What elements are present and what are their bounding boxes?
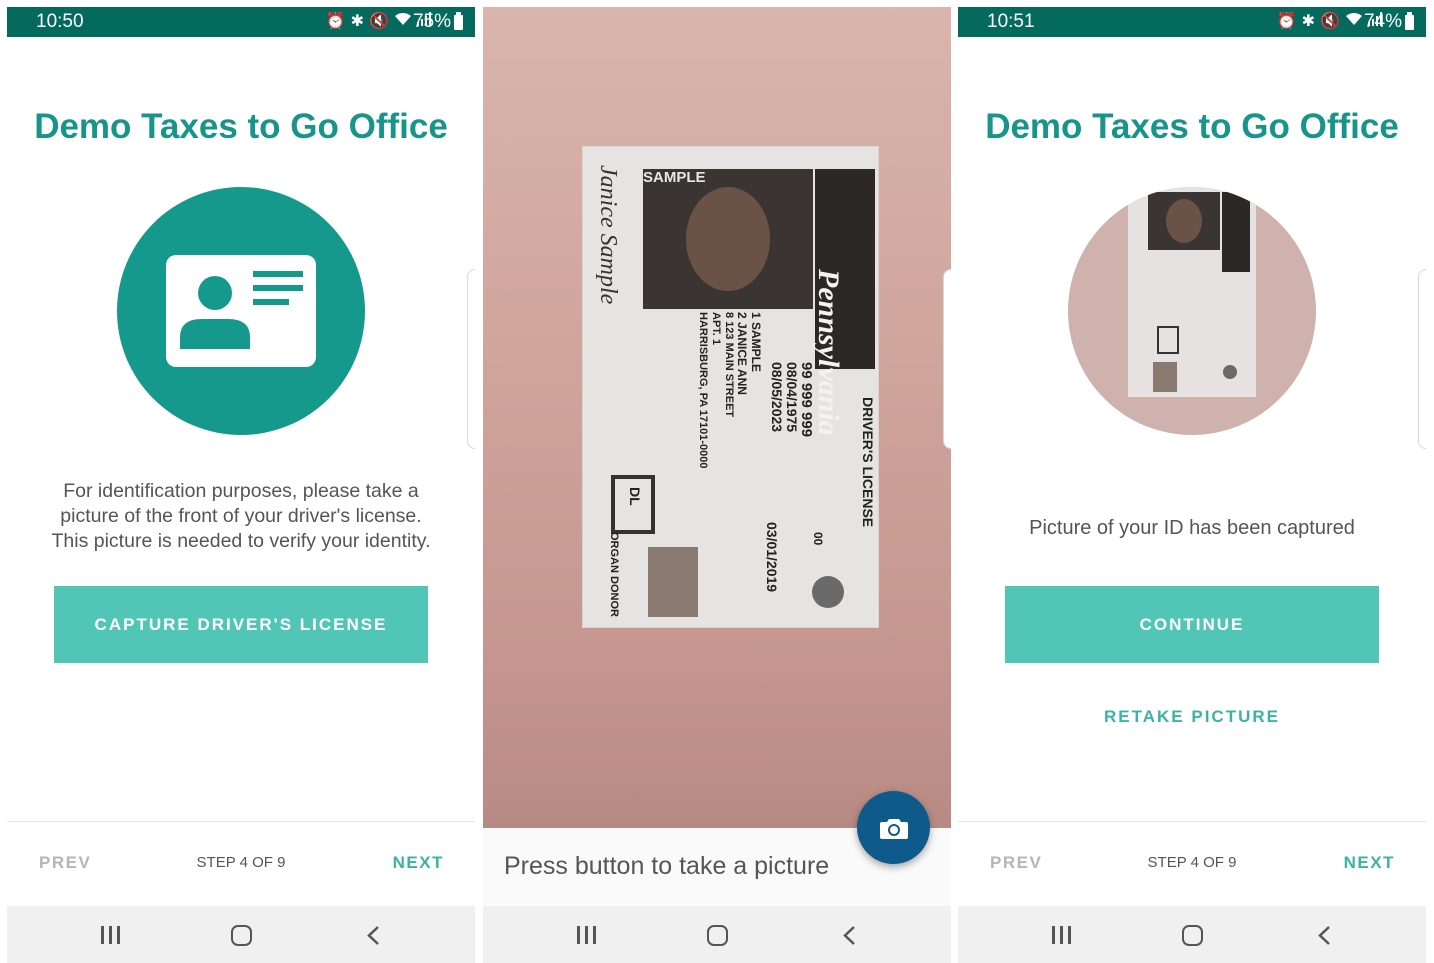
capture-license-screen: 10:50 ⏰ ✱ 🔇 75% Demo Taxes to Go Office bbox=[7, 7, 475, 963]
status-bar: 10:51 ⏰ ✱ 🔇 74% bbox=[958, 7, 1426, 37]
license-state: Pennsylvania bbox=[812, 269, 845, 436]
license-dob: 08/04/1975 bbox=[784, 362, 800, 433]
camera-viewfinder: SAMPLE Pennsylvania DRIVER'S LICENSE 99 … bbox=[483, 7, 951, 828]
status-bar: 10:50 ⏰ ✱ 🔇 75% bbox=[7, 7, 475, 37]
camera-screen: SAMPLE Pennsylvania DRIVER'S LICENSE 99 … bbox=[483, 7, 951, 963]
battery-percent: 75% bbox=[412, 11, 451, 32]
license-card-type: DRIVER'S LICENSE bbox=[860, 397, 876, 528]
license-photo: SAMPLE Pennsylvania DRIVER'S LICENSE 99 … bbox=[583, 147, 878, 627]
battery-indicator: 74% bbox=[1364, 11, 1414, 33]
nav-back-icon[interactable] bbox=[366, 925, 380, 946]
nav-back-icon[interactable] bbox=[842, 925, 856, 946]
license-organ-donor: ORGAN DONOR bbox=[608, 532, 620, 617]
next-button[interactable]: NEXT bbox=[1344, 853, 1395, 873]
license-dups: 00 bbox=[811, 532, 825, 546]
instructions-text: For identification purposes, please take… bbox=[51, 480, 431, 552]
capture-license-button[interactable]: CAPTURE DRIVER'S LICENSE bbox=[54, 586, 428, 663]
license-dl-badge: DL bbox=[627, 487, 643, 506]
edge-panel-handle[interactable] bbox=[467, 269, 475, 449]
next-button[interactable]: NEXT bbox=[393, 853, 444, 873]
nav-home-icon[interactable] bbox=[231, 925, 252, 946]
nav-recents-icon[interactable] bbox=[1052, 926, 1072, 944]
battery-percent: 74% bbox=[1363, 11, 1402, 32]
license-city: HARRISBURG, PA 17101-0000 bbox=[697, 312, 709, 469]
status-time: 10:50 bbox=[36, 11, 84, 32]
status-time: 10:51 bbox=[987, 11, 1035, 32]
nav-recents-icon[interactable] bbox=[101, 926, 121, 944]
license-captured-screen: 10:51 ⏰ ✱ 🔇 74% Demo Taxes to Go Office bbox=[958, 7, 1426, 963]
wifi-icon bbox=[1345, 12, 1363, 31]
nav-back-icon[interactable] bbox=[1317, 925, 1331, 946]
license-dl-number: 99 999 999 bbox=[798, 362, 815, 438]
camera-hint: Press button to take a picture bbox=[504, 852, 830, 880]
alarm-icon: ⏰ bbox=[325, 13, 346, 30]
nav-home-icon[interactable] bbox=[1182, 925, 1203, 946]
battery-icon bbox=[1405, 11, 1414, 30]
license-address: 8 123 MAIN STREET bbox=[723, 312, 735, 418]
system-nav-bar bbox=[958, 906, 1426, 963]
license-sample-mark: SAMPLE bbox=[643, 169, 706, 186]
bluetooth-icon: ✱ bbox=[1301, 13, 1316, 30]
take-picture-button[interactable] bbox=[857, 791, 930, 864]
mute-icon: 🔇 bbox=[369, 13, 389, 30]
id-card-icon bbox=[117, 187, 365, 435]
camera-icon bbox=[879, 818, 908, 839]
captured-message: Picture of your ID has been captured bbox=[1029, 517, 1355, 539]
retake-picture-button[interactable]: RETAKE PICTURE bbox=[958, 707, 1426, 727]
continue-button[interactable]: CONTINUE bbox=[1005, 586, 1379, 663]
license-signature: Janice Sample bbox=[595, 165, 621, 305]
edge-panel-handle[interactable] bbox=[1418, 269, 1426, 449]
system-nav-bar bbox=[483, 906, 951, 963]
bluetooth-icon: ✱ bbox=[350, 13, 365, 30]
license-apt: APT. 1 bbox=[710, 312, 722, 346]
license-name-line1: 1 SAMPLE bbox=[749, 312, 763, 373]
license-expiry: 08/05/2023 bbox=[769, 362, 785, 433]
mute-icon: 🔇 bbox=[1320, 13, 1340, 30]
system-nav-bar bbox=[7, 906, 475, 963]
edge-panel-handle[interactable] bbox=[943, 269, 951, 449]
footer-divider bbox=[958, 821, 1426, 822]
nav-recents-icon[interactable] bbox=[577, 926, 597, 944]
footer-divider bbox=[7, 821, 475, 822]
wifi-icon bbox=[394, 12, 412, 31]
license-issued: 03/01/2019 bbox=[764, 522, 780, 593]
battery-icon bbox=[454, 11, 463, 30]
page-title: Demo Taxes to Go Office bbox=[985, 107, 1399, 146]
license-name-line2: 2 JANICE ANN bbox=[735, 312, 749, 395]
alarm-icon: ⏰ bbox=[1276, 13, 1297, 30]
nav-home-icon[interactable] bbox=[707, 925, 728, 946]
page-title: Demo Taxes to Go Office bbox=[34, 107, 448, 146]
battery-indicator: 75% bbox=[413, 11, 463, 33]
captured-license-thumbnail bbox=[1068, 187, 1316, 435]
